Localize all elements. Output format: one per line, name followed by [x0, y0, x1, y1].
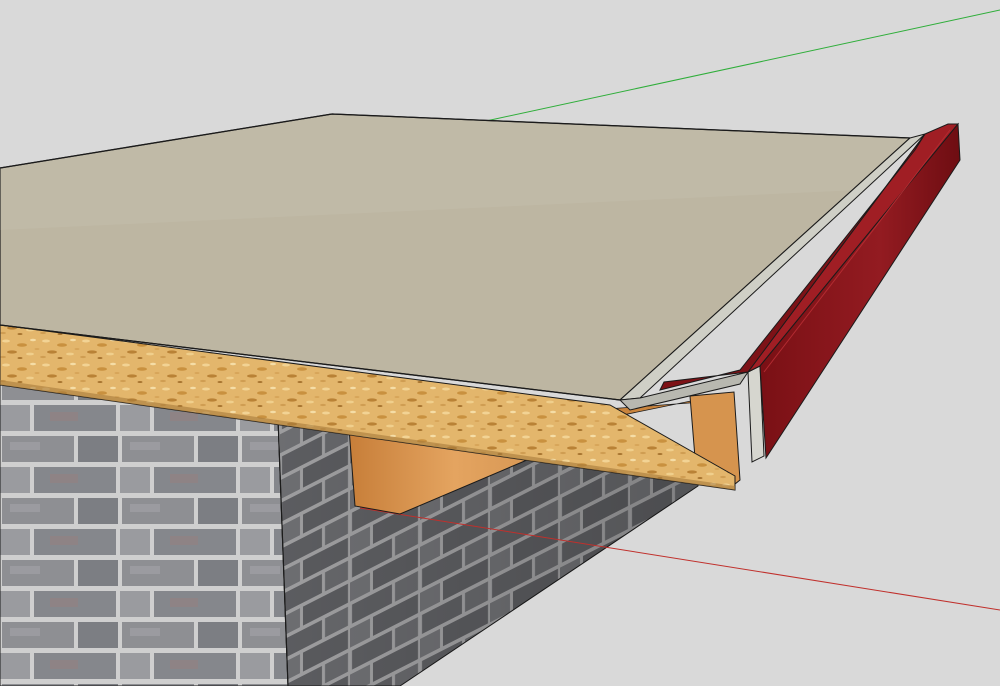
- sketchup-viewport[interactable]: [0, 0, 1000, 686]
- brick-wall-front-face[interactable]: [0, 379, 289, 686]
